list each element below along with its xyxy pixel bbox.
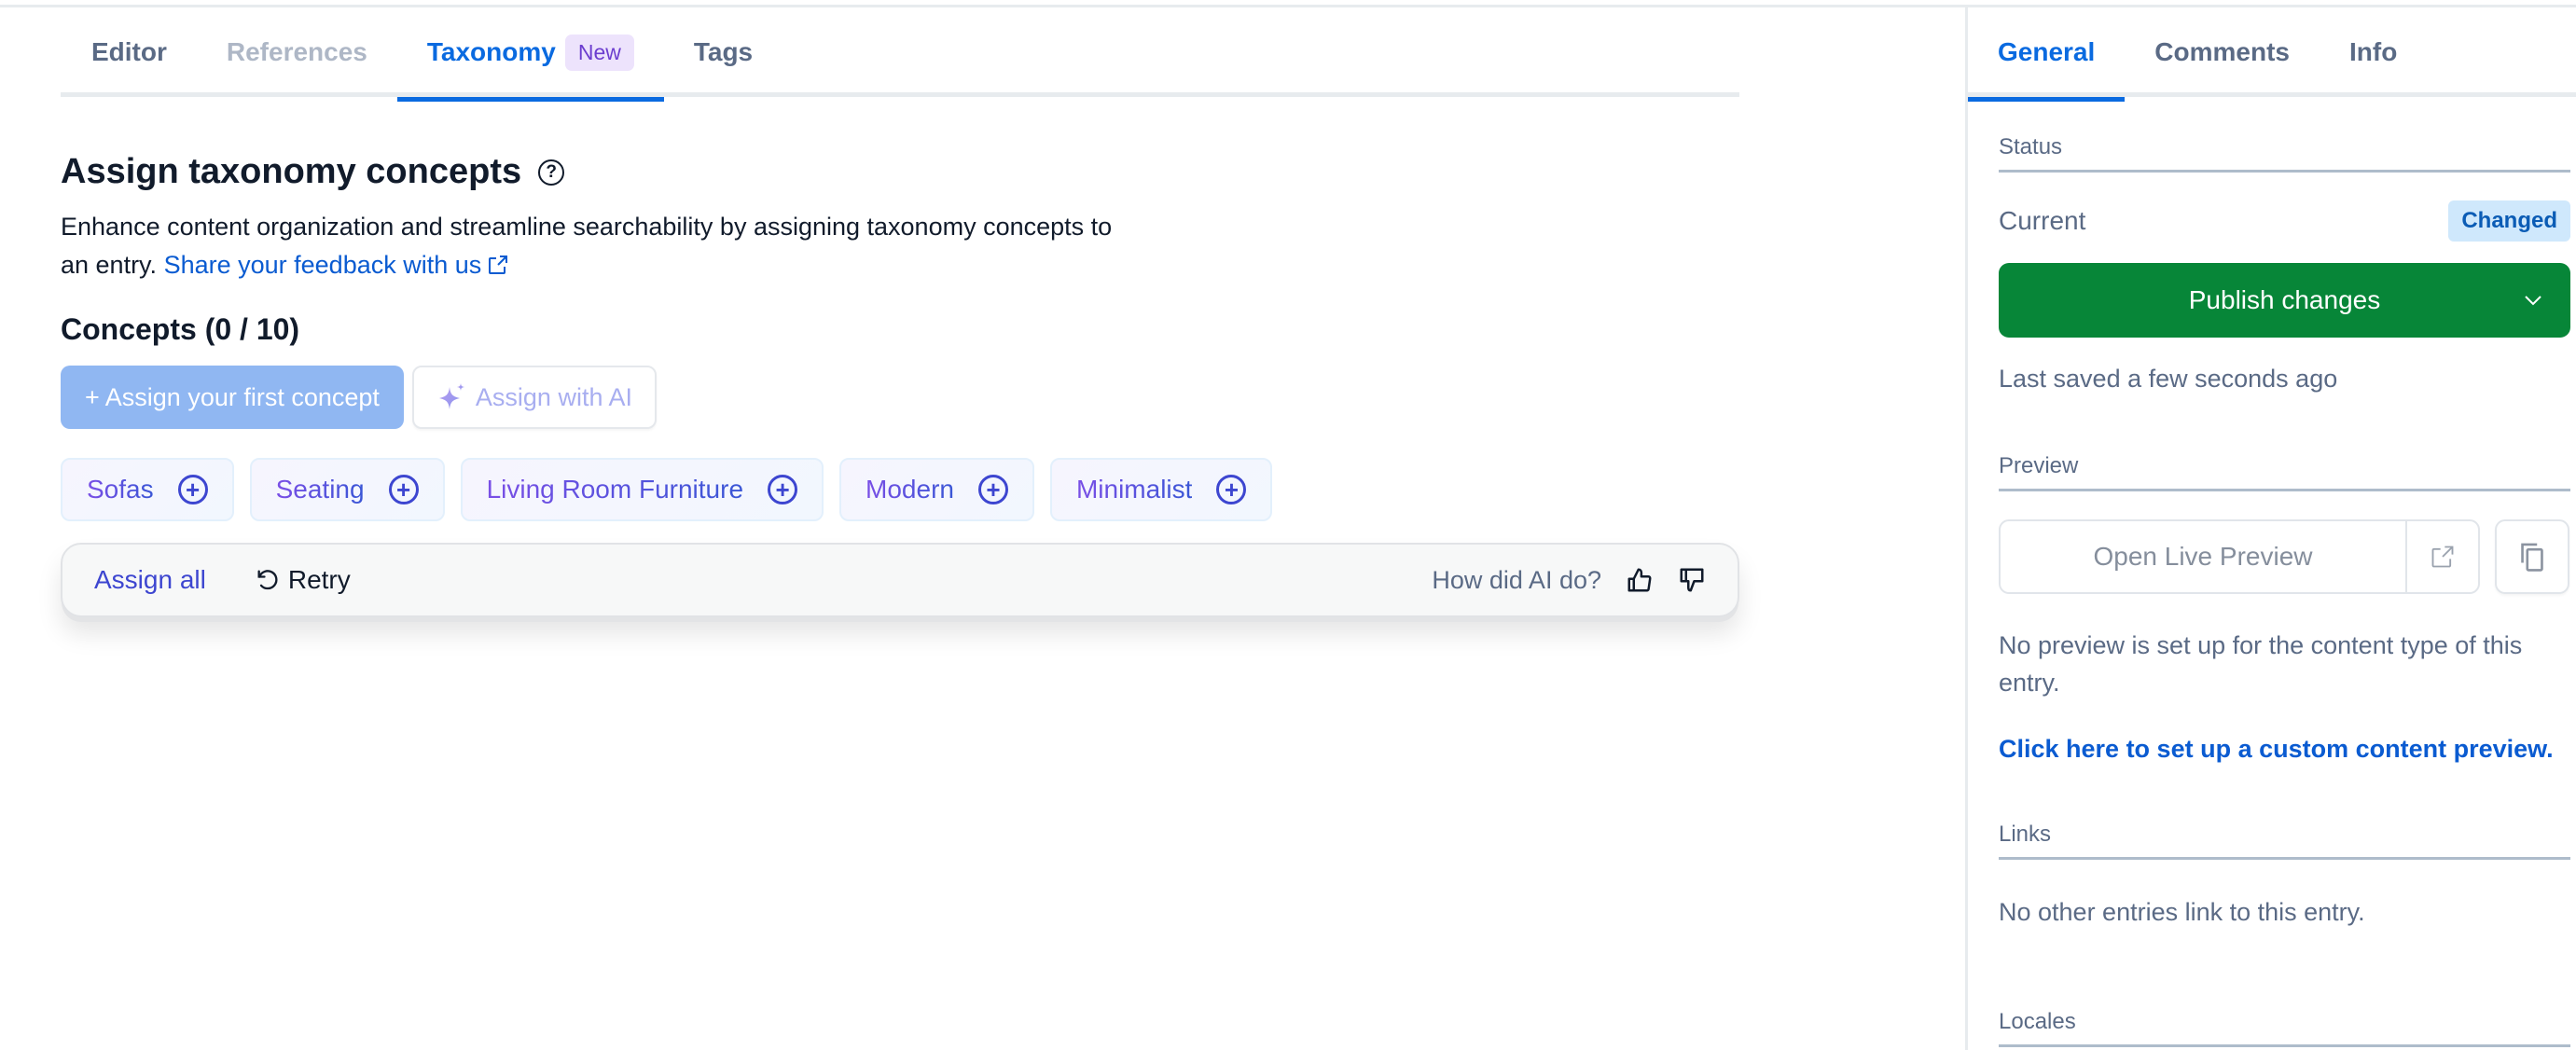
sparkle-icon (438, 383, 464, 409)
assign-with-ai-label: Assign with AI (475, 382, 632, 411)
publish-label: Publish changes (2188, 285, 2381, 314)
ai-feedback-prompt: How did AI do? (1432, 565, 1601, 594)
chip-label: Modern (866, 475, 954, 504)
concepts-title: Concepts (0 / 10) (61, 312, 300, 346)
status-badge: Changed (2448, 200, 2570, 242)
concept-chip-sofas[interactable]: Sofas + (61, 458, 234, 521)
chevron-down-icon[interactable] (2522, 289, 2544, 311)
retry-label: Retry (287, 565, 351, 594)
tab-editor[interactable]: Editor (61, 7, 197, 97)
external-link-icon (2431, 546, 2454, 568)
locales-section: Locales (1999, 1009, 2570, 1047)
heading-row: Assign taxonomy concepts ? (61, 152, 565, 192)
add-circle-icon[interactable]: + (768, 475, 798, 504)
setup-preview-wrapper: Click here to set up a custom content pr… (1999, 735, 2570, 764)
external-link-icon (489, 256, 508, 274)
concept-chip-minimalist[interactable]: Minimalist + (1049, 458, 1273, 521)
thumbs-down-icon[interactable] (1678, 566, 1706, 594)
setup-preview-link[interactable]: Click here to set up a custom content pr… (1999, 735, 2554, 763)
preview-heading: Preview (1999, 453, 2570, 491)
tab-general[interactable]: General (1968, 7, 2126, 102)
preview-actions: Open Live Preview (1999, 519, 2570, 594)
page-title: Assign taxonomy concepts (61, 152, 522, 191)
entry-tabs: Editor References Taxonomy New Tags (61, 7, 1739, 102)
concept-chip-modern[interactable]: Modern + (839, 458, 1034, 521)
new-badge: New (564, 34, 634, 71)
ai-feedback: How did AI do? (1432, 566, 1706, 595)
action-buttons: + Assign your first concept Assign with … (61, 366, 657, 429)
live-preview-group: Open Live Preview (1999, 519, 2480, 594)
tab-info[interactable]: Info (2320, 7, 2427, 97)
links-section: Links (1999, 822, 2570, 860)
tab-taxonomy[interactable]: Taxonomy New (396, 7, 664, 102)
feedback-link-label: Share your feedback with us (163, 251, 482, 279)
concept-chip-seating[interactable]: Seating + (249, 458, 445, 521)
assign-first-concept-button[interactable]: + Assign your first concept (61, 366, 404, 429)
retry-button[interactable]: Retry (255, 565, 351, 595)
chip-label: Living Room Furniture (486, 475, 744, 504)
publish-wrapper: Publish changes (1999, 263, 2570, 338)
sidebar-tabs: General Comments Info (1968, 7, 2576, 102)
chip-label: Sofas (87, 475, 154, 504)
feedback-link[interactable]: Share your feedback with us (164, 251, 510, 279)
add-circle-icon[interactable]: + (177, 475, 208, 504)
links-heading: Links (1999, 822, 2570, 860)
tab-comments[interactable]: Comments (2125, 7, 2320, 97)
tab-tags[interactable]: Tags (664, 7, 782, 97)
description: Enhance content organization and streaml… (61, 208, 1133, 284)
publish-changes-button[interactable]: Publish changes (1999, 263, 2570, 338)
links-empty-text: No other entries link to this entry. (1999, 898, 2365, 926)
copy-button[interactable] (2495, 519, 2569, 594)
ai-suggestion-bar: Assign all Retry How did AI do? (61, 543, 1739, 617)
tab-label: References (226, 37, 367, 66)
main-panel: Editor References Taxonomy New Tags Assi… (61, 7, 1739, 617)
last-saved: Last saved a few seconds ago (1999, 365, 2338, 393)
chip-label: Minimalist (1075, 475, 1193, 504)
add-circle-icon[interactable]: + (977, 475, 1008, 504)
open-live-preview-button[interactable]: Open Live Preview (2001, 521, 2405, 592)
current-status-row: Current Changed (1999, 200, 2570, 242)
copy-icon (2521, 543, 2543, 572)
no-preview-text: No preview is set up for the content typ… (1999, 631, 2523, 697)
tab-label: Editor (91, 37, 167, 66)
entry-sidebar: General Comments Info Status Current Cha… (1965, 7, 2576, 1050)
status-heading: Status (1999, 134, 2570, 173)
current-label: Current (1999, 206, 2086, 235)
add-circle-icon[interactable]: + (1216, 475, 1247, 504)
preview-section: Preview (1999, 453, 2570, 491)
status-section: Status (1999, 134, 2570, 173)
retry-icon (257, 570, 278, 590)
add-circle-icon[interactable]: + (388, 475, 419, 504)
tab-label: Taxonomy (426, 37, 556, 66)
suggested-concepts: Sofas + Seating + Living Room Furniture + M… (61, 458, 1273, 521)
locales-heading: Locales (1999, 1009, 2570, 1047)
open-preview-new-tab-button[interactable] (2405, 521, 2478, 592)
concept-chip-living-room-furniture[interactable]: Living Room Furniture + (460, 458, 824, 521)
tab-label: Comments (2154, 37, 2290, 66)
tab-references[interactable]: References (197, 7, 397, 97)
chip-label: Seating (275, 475, 365, 504)
top-divider (0, 0, 2576, 7)
help-icon[interactable]: ? (538, 159, 565, 186)
tab-label: Tags (693, 37, 754, 66)
assign-all-button[interactable]: Assign all (94, 565, 206, 595)
assign-with-ai-button[interactable]: Assign with AI (411, 366, 657, 429)
tab-label: Info (2348, 37, 2398, 66)
tab-label: General (1998, 37, 2096, 66)
thumbs-up-icon[interactable] (1626, 566, 1654, 594)
